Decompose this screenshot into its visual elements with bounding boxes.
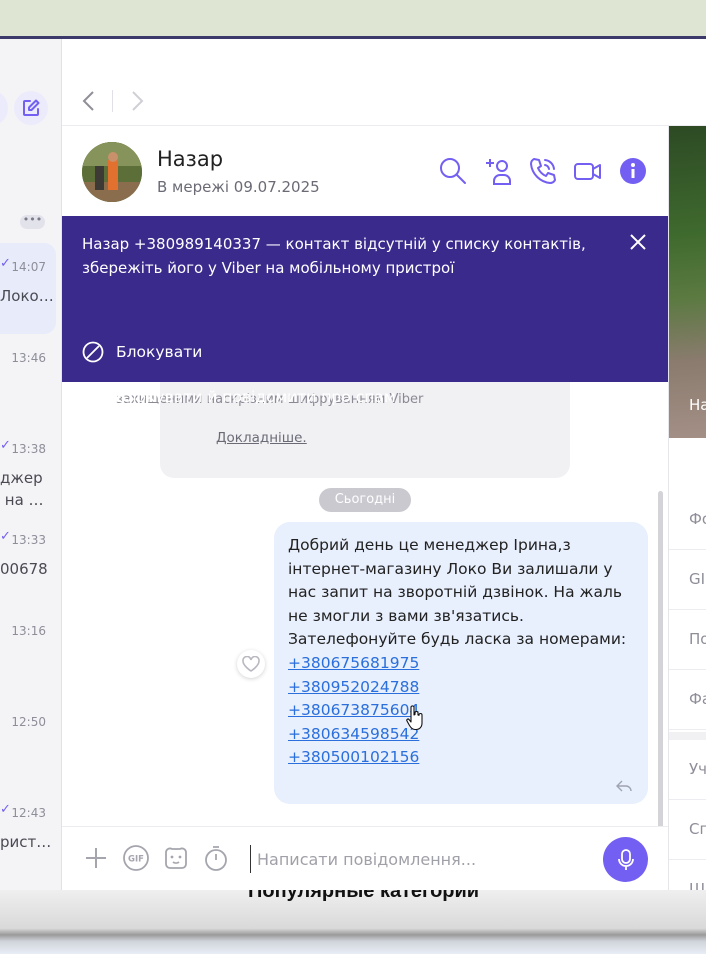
compose-button[interactable] xyxy=(14,91,48,125)
voice-message-button[interactable] xyxy=(603,837,648,882)
message-composer: GIF xyxy=(62,826,668,890)
message-scrollbar[interactable] xyxy=(658,491,663,826)
message-input[interactable] xyxy=(250,845,590,873)
info-panel-row[interactable]: По xyxy=(669,610,706,670)
info-panel-row[interactable]: Ш xyxy=(669,860,706,890)
learn-more-link[interactable]: Докладніше. xyxy=(216,430,307,446)
contact-name: Назар xyxy=(157,147,224,171)
message-text: Добрий день це менеджер Ірина,з інтернет… xyxy=(288,536,627,649)
plus-icon[interactable] xyxy=(82,844,110,872)
chat-preview: Локо… xyxy=(0,287,54,305)
chat-time: 12:50 xyxy=(11,715,46,729)
more-chats-button[interactable]: ••• xyxy=(20,214,45,229)
info-panel-row[interactable]: GI xyxy=(669,550,706,610)
date-separator: Сьогодні xyxy=(319,488,411,512)
chat-time: 13:33 xyxy=(11,533,46,547)
chat-list-item[interactable]: 13:16 xyxy=(0,607,61,698)
info-panel-row-label: Фа xyxy=(689,690,706,708)
read-check-icon: ✓ xyxy=(0,802,11,817)
info-panel-row[interactable]: Фо xyxy=(669,490,706,550)
info-panel-row[interactable]: Уч xyxy=(669,740,706,800)
close-icon[interactable] xyxy=(628,232,648,252)
info-panel-divider xyxy=(669,732,706,740)
info-panel-row-label: Сг xyxy=(689,820,706,838)
chat-list-item[interactable]: ✓ 13:38 джер на … xyxy=(0,425,61,516)
search-icon[interactable] xyxy=(438,156,468,186)
chat-time: 14:07 xyxy=(11,260,46,274)
report-spam-label: Блокувати й повідомити про спам xyxy=(116,388,396,406)
info-panel-row-label: Ш xyxy=(689,880,706,890)
chevron-right-icon xyxy=(132,91,144,111)
photo-caption: На xyxy=(689,396,706,414)
phone-link[interactable]: +380952024788 xyxy=(288,676,640,700)
contact-status: В мережі 09.07.2025 xyxy=(157,178,320,196)
chat-time: 12:43 xyxy=(11,806,46,820)
svg-text:GIF: GIF xyxy=(128,855,144,865)
phone-link[interactable]: +380675681975 xyxy=(288,652,640,676)
block-label: Блокувати xyxy=(116,343,203,361)
incoming-message-bubble[interactable]: Добрий день це менеджер Ірина,з інтернет… xyxy=(274,522,648,804)
browser-top-band xyxy=(0,0,706,37)
hand-cursor-icon xyxy=(406,705,423,731)
add-participant-icon[interactable] xyxy=(483,156,513,186)
timer-icon[interactable] xyxy=(202,844,230,872)
back-button[interactable] xyxy=(74,86,104,116)
info-panel-row-label: Фо xyxy=(689,510,706,528)
chat-list: ••• ✓ 14:07 Локо… 13:46 ✓ 13:38 джер на … ✓ 13:3… xyxy=(0,39,62,890)
sticker-icon[interactable] xyxy=(162,844,190,872)
avatar[interactable] xyxy=(82,142,142,202)
warning-icon xyxy=(82,387,104,407)
chat-list-item[interactable]: ✓ 12:43 рист… xyxy=(0,789,61,880)
navigation-bar xyxy=(62,76,706,126)
info-panel-row-label: По xyxy=(689,630,706,648)
video-call-icon[interactable] xyxy=(573,156,603,186)
chat-list-item[interactable]: ✓ 14:07 Локо… xyxy=(0,243,56,334)
banner-text: Назар +380989140337 — контакт відсутній … xyxy=(82,235,586,277)
info-panel-row[interactable]: Фа xyxy=(669,670,706,730)
phone-link[interactable]: +380673875604 xyxy=(288,699,640,723)
chat-time: 13:46 xyxy=(11,351,46,365)
info-icon[interactable] xyxy=(618,156,648,186)
contact-photo xyxy=(669,126,706,438)
chat-time: 13:38 xyxy=(11,442,46,456)
read-check-icon: ✓ xyxy=(0,256,11,271)
block-icon xyxy=(82,341,104,363)
info-panel-row-label: GI xyxy=(689,570,706,588)
forward-button[interactable] xyxy=(122,86,152,116)
gif-icon[interactable]: GIF xyxy=(122,844,150,872)
audio-call-icon[interactable] xyxy=(528,156,558,186)
phone-link[interactable]: +380500102156 xyxy=(288,746,640,770)
chat-preview: рист… xyxy=(0,833,52,851)
block-button[interactable]: Блокувати xyxy=(82,337,202,367)
info-panel-row-label: Уч xyxy=(689,760,706,778)
filter-button[interactable] xyxy=(0,91,8,125)
report-spam-button[interactable]: Блокувати й повідомити про спам xyxy=(82,382,396,412)
contact-info-panel: На Фо GI По Фа Уч Сг Ш xyxy=(668,126,706,890)
microphone-icon xyxy=(617,848,634,870)
chat-list-item[interactable]: 12:50 xyxy=(0,698,61,789)
nav-separator xyxy=(112,90,113,112)
heart-icon xyxy=(242,656,260,672)
compose-icon xyxy=(23,99,40,116)
chevron-left-icon xyxy=(82,91,94,111)
avatar-photo xyxy=(82,142,142,202)
reply-icon[interactable] xyxy=(616,780,632,792)
chat-list-item[interactable]: 13:46 xyxy=(0,334,61,425)
chat-time: 13:16 xyxy=(11,624,46,638)
info-panel-row[interactable]: Сг xyxy=(669,800,706,860)
phone-link[interactable]: +380634598542 xyxy=(288,723,640,747)
chat-preview: 00678 xyxy=(0,560,48,578)
chat-list-item[interactable]: ✓ 13:33 00678 xyxy=(0,516,61,607)
chat-preview: джер на … xyxy=(0,469,44,509)
unknown-contact-banner: Назар +380989140337 — контакт відсутній … xyxy=(62,216,668,407)
read-check-icon: ✓ xyxy=(0,529,11,544)
like-button[interactable] xyxy=(237,650,265,678)
chat-header: Назар В мережі 09.07.2025 xyxy=(62,126,668,216)
read-check-icon: ✓ xyxy=(0,438,11,453)
viber-window: ••• ✓ 14:07 Локо… 13:46 ✓ 13:38 джер на … ✓ 13:3… xyxy=(0,39,706,890)
